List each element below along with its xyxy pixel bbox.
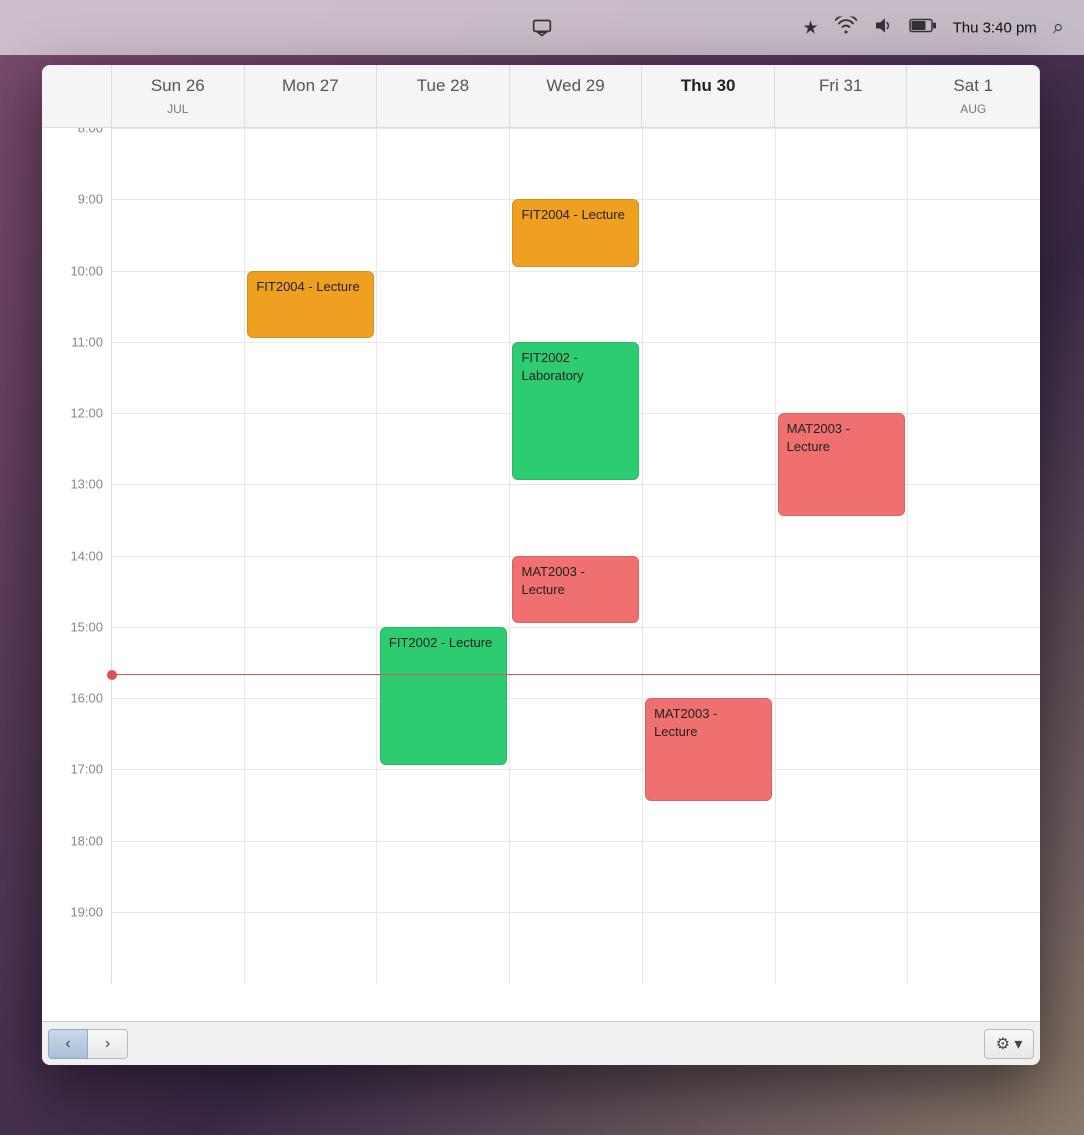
time-label-8: 16:00 [70, 691, 103, 706]
battery-icon [909, 17, 937, 38]
time-label-5: 13:00 [70, 477, 103, 492]
time-label-9: 17:00 [70, 762, 103, 777]
hour-line-0 [112, 128, 1040, 129]
menubar: ★ Thu 3:40 pm ⌕ [0, 0, 1084, 55]
calendar-toolbar: ‹ › ⚙ ▾ [42, 1021, 1040, 1065]
calendar-window: Sun 26JULMon 27Tue 28Wed 29Thu 30Fri 31S… [42, 65, 1040, 1065]
event-mat2003-thu[interactable]: MAT2003 - Lecture [645, 698, 772, 801]
calendar-header: Sun 26JULMon 27Tue 28Wed 29Thu 30Fri 31S… [42, 65, 1040, 128]
time-label-10: 18:00 [70, 833, 103, 848]
event-fit2002-wed[interactable]: FIT2002 - Laboratory [512, 342, 639, 481]
time-label-6: 14:00 [70, 548, 103, 563]
calendar-body: 8:00 9:00 10:00 11:00 12:00 13:00 14:00 15:00 16… [42, 128, 1040, 1021]
grid-area: FIT2004 - Lecture FIT2004 - Lecture FIT200… [112, 128, 1040, 983]
current-time-line [112, 674, 1040, 675]
day-header-4: Thu 30 [642, 65, 775, 127]
hour-line-10 [112, 841, 1040, 842]
hour-line-8 [112, 698, 1040, 699]
day-header-1: Mon 27 [245, 65, 378, 127]
day-header-2: Tue 28 [377, 65, 510, 127]
search-icon[interactable]: ⌕ [1053, 16, 1064, 39]
time-label-2: 10:00 [70, 263, 103, 278]
event-fit2002-tue[interactable]: FIT2002 - Lecture [380, 627, 507, 766]
time-label-7: 15:00 [70, 619, 103, 634]
time-gutter: 8:00 9:00 10:00 11:00 12:00 13:00 14:00 15:00 16… [42, 128, 112, 983]
event-mat2003-fri[interactable]: MAT2003 - Lecture [778, 413, 905, 516]
event-fit2004-mon[interactable]: FIT2004 - Lecture [247, 271, 374, 338]
time-label-4: 12:00 [70, 406, 103, 421]
event-mat2003-wed[interactable]: MAT2003 - Lecture [512, 556, 639, 623]
airplay-icon [531, 18, 553, 38]
day-header-0: Sun 26JUL [112, 65, 245, 127]
day-header-3: Wed 29 [510, 65, 643, 127]
time-label-0: 8:00 [78, 128, 103, 136]
gear-button[interactable]: ⚙ ▾ [984, 1029, 1034, 1059]
event-fit2004-wed[interactable]: FIT2004 - Lecture [512, 199, 639, 266]
wifi-icon [835, 16, 857, 39]
hour-line-9 [112, 769, 1040, 770]
hour-line-11 [112, 912, 1040, 913]
volume-icon [873, 16, 893, 39]
menubar-icons: ★ Thu 3:40 pm ⌕ [802, 16, 1064, 39]
day-header-5: Fri 31 [775, 65, 908, 127]
day-header-6: Sat 1AUG [907, 65, 1040, 127]
time-gutter-header [42, 65, 112, 127]
menubar-time: Thu 3:40 pm [953, 19, 1037, 36]
bluetooth-icon: ★ [802, 17, 818, 38]
prev-button[interactable]: ‹ [48, 1029, 88, 1059]
time-label-11: 19:00 [70, 904, 103, 919]
hour-line-7 [112, 627, 1040, 628]
next-button[interactable]: › [88, 1029, 128, 1059]
time-label-1: 9:00 [78, 192, 103, 207]
time-label-3: 11:00 [71, 334, 103, 349]
